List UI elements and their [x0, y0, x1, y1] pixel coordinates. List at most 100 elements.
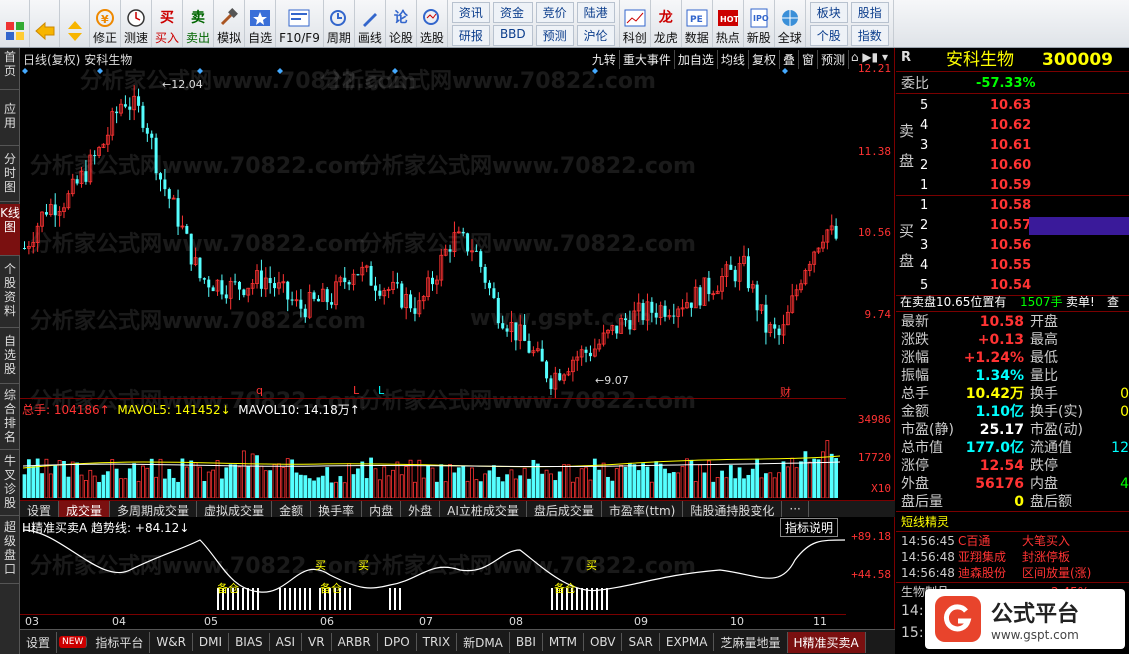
- sector-button[interactable]: 板块: [809, 1, 848, 23]
- sidebar-item-apps[interactable]: 应用: [0, 100, 20, 146]
- tab-virtual-volume[interactable]: 虚拟成交量: [197, 501, 273, 518]
- bid-row[interactable]: 4 10.55: [896, 256, 1129, 276]
- kline-chart-area[interactable]: 分析家公式网www.70822.com 分析家公式网www.70822.com …: [20, 48, 895, 629]
- indicator-bbi[interactable]: BBI: [510, 633, 543, 651]
- sidebar-item-timeshare[interactable]: 分时图: [0, 150, 20, 202]
- indicator-bias[interactable]: BIAS: [229, 633, 270, 651]
- indicator-sar[interactable]: SAR: [622, 633, 660, 651]
- sidebar-item-profile[interactable]: 个股资料: [0, 260, 20, 328]
- bbd-button[interactable]: BBD: [492, 24, 533, 46]
- indicator-asi[interactable]: ASI: [270, 633, 303, 651]
- event-marker[interactable]: L: [353, 384, 359, 397]
- info-button[interactable]: 资讯: [451, 1, 490, 23]
- event-marker[interactable]: q: [256, 384, 263, 397]
- sidebar-item-ranking[interactable]: 综合排名: [0, 386, 20, 450]
- window-button[interactable]: 窗: [799, 50, 818, 69]
- tab-turnover[interactable]: 换手率: [311, 501, 363, 518]
- draw-button[interactable]: 画线: [355, 0, 386, 47]
- ticker-row[interactable]: 14:56:48 迪森股份 区间放量(涨): [896, 563, 1129, 583]
- back-button[interactable]: [30, 0, 60, 47]
- sidebar-item-kline[interactable]: K线图: [0, 204, 20, 256]
- shanghai-london-button[interactable]: 沪伦: [576, 24, 615, 46]
- sidebar-item-home[interactable]: 首页: [0, 48, 20, 90]
- sidebar-item-diagnosis[interactable]: 牛叉诊股: [0, 452, 20, 516]
- tab-hk-connect-holdings[interactable]: 陆股通持股变化: [683, 501, 783, 518]
- tab-more[interactable]: ···: [782, 501, 809, 517]
- indicator-vr[interactable]: VR: [302, 633, 332, 651]
- indicator-arbr[interactable]: ARBR: [332, 633, 378, 651]
- nine-turn-button[interactable]: 九转: [589, 50, 620, 69]
- ma-button[interactable]: 均线: [718, 50, 749, 69]
- forum-button[interactable]: 论论股: [386, 0, 417, 47]
- ask-row[interactable]: 4 10.62: [896, 116, 1129, 136]
- home-button[interactable]: [0, 0, 30, 47]
- big-order-notice[interactable]: 在卖盘10.65位置有 1507手 卖单! 查: [896, 292, 1129, 312]
- bid-row[interactable]: 2 10.57: [896, 216, 1129, 236]
- index-button[interactable]: 指数: [850, 24, 889, 46]
- tab-outer[interactable]: 外盘: [401, 501, 441, 518]
- data-button[interactable]: PE 数据: [682, 0, 713, 47]
- indicator-settings[interactable]: 设置: [20, 631, 58, 653]
- volume-bar: [522, 467, 527, 498]
- volume-bar: [35, 458, 40, 498]
- candle-body: [479, 251, 483, 267]
- indicator-h-precise[interactable]: H精准买卖A: [787, 631, 866, 653]
- tab-volume[interactable]: 成交量: [59, 501, 111, 518]
- bid-row[interactable]: 3 10.56: [896, 236, 1129, 256]
- indicator-wr[interactable]: W&R: [150, 633, 193, 651]
- stock-index-button[interactable]: 股指: [850, 1, 889, 23]
- sidebar-item-watchlist[interactable]: 自选股: [0, 332, 20, 384]
- hk-connect-button[interactable]: 陆港: [576, 1, 615, 23]
- adjust-button[interactable]: 复权: [749, 50, 780, 69]
- sidebar-item-level2[interactable]: 超级盘口: [0, 518, 20, 584]
- ticker-title[interactable]: 短线精灵: [896, 512, 1129, 532]
- forecast-button[interactable]: 预测: [535, 24, 574, 46]
- tab-ai-volume[interactable]: AI立桩成交量: [440, 501, 527, 518]
- tab-pe-ttm[interactable]: 市盈率(ttm): [602, 501, 684, 518]
- star-market-button[interactable]: 科创: [620, 0, 651, 47]
- f10-button[interactable]: F10/F9: [276, 0, 324, 47]
- indicator-platform[interactable]: 指标平台: [89, 631, 151, 653]
- add-watchlist-button[interactable]: 加自选: [675, 50, 718, 69]
- ask-row[interactable]: 3 10.61: [896, 136, 1129, 156]
- indicator-dpo[interactable]: DPO: [378, 633, 417, 651]
- watchlist-button[interactable]: 自选: [245, 0, 277, 47]
- sell-button[interactable]: 卖卖出: [183, 0, 215, 47]
- tab-after-hours[interactable]: 盘后成交量: [527, 501, 602, 518]
- indicator-trix[interactable]: TRIX: [417, 633, 458, 651]
- period-button[interactable]: 周期: [324, 0, 355, 47]
- ask-row[interactable]: 5 10.63: [896, 96, 1129, 116]
- updown-button[interactable]: [60, 0, 90, 47]
- pick-button[interactable]: 选股: [417, 0, 448, 47]
- overlay-button[interactable]: 叠: [780, 50, 799, 69]
- tab-amount[interactable]: 金额: [272, 501, 312, 518]
- indicator-expma[interactable]: EXPMA: [660, 633, 715, 651]
- tab-inner[interactable]: 内盘: [362, 501, 402, 518]
- major-events-button[interactable]: 重大事件: [620, 50, 675, 69]
- tab-settings[interactable]: 设置: [20, 501, 60, 518]
- speed-test-button[interactable]: 测速: [121, 0, 153, 47]
- tab-multi-period-volume[interactable]: 多周期成交量: [110, 501, 198, 518]
- hotspot-button[interactable]: HOT 热点: [713, 0, 744, 47]
- research-button[interactable]: 研报: [451, 24, 490, 46]
- prep-signal: 备仓: [554, 582, 576, 595]
- predict-button[interactable]: 预测: [818, 50, 849, 69]
- dragon-tiger-button[interactable]: 龙龙虎: [651, 0, 682, 47]
- buy-button[interactable]: 买买入: [152, 0, 184, 47]
- indicator-volume-low[interactable]: 芝麻量地量: [714, 631, 788, 653]
- revise-button[interactable]: ¥ 修正: [90, 0, 122, 47]
- indicator-dmi[interactable]: DMI: [193, 633, 230, 651]
- indicator-mtm[interactable]: MTM: [543, 633, 584, 651]
- indicator-new-dma[interactable]: 新DMA: [457, 631, 510, 653]
- event-marker[interactable]: L: [378, 384, 384, 397]
- bid-row[interactable]: 1 10.58: [896, 196, 1129, 216]
- global-button[interactable]: 全球: [775, 0, 806, 47]
- indicator-obv[interactable]: OBV: [584, 633, 623, 651]
- auction-button[interactable]: 竞价: [535, 1, 574, 23]
- ask-row[interactable]: 1 10.59: [896, 176, 1129, 196]
- single-stock-button[interactable]: 个股: [809, 24, 848, 46]
- ipo-button[interactable]: IPO 新股: [744, 0, 775, 47]
- fund-button[interactable]: 资金: [492, 1, 533, 23]
- ask-row[interactable]: 2 10.60: [896, 156, 1129, 176]
- simulate-button[interactable]: 模拟: [214, 0, 246, 47]
